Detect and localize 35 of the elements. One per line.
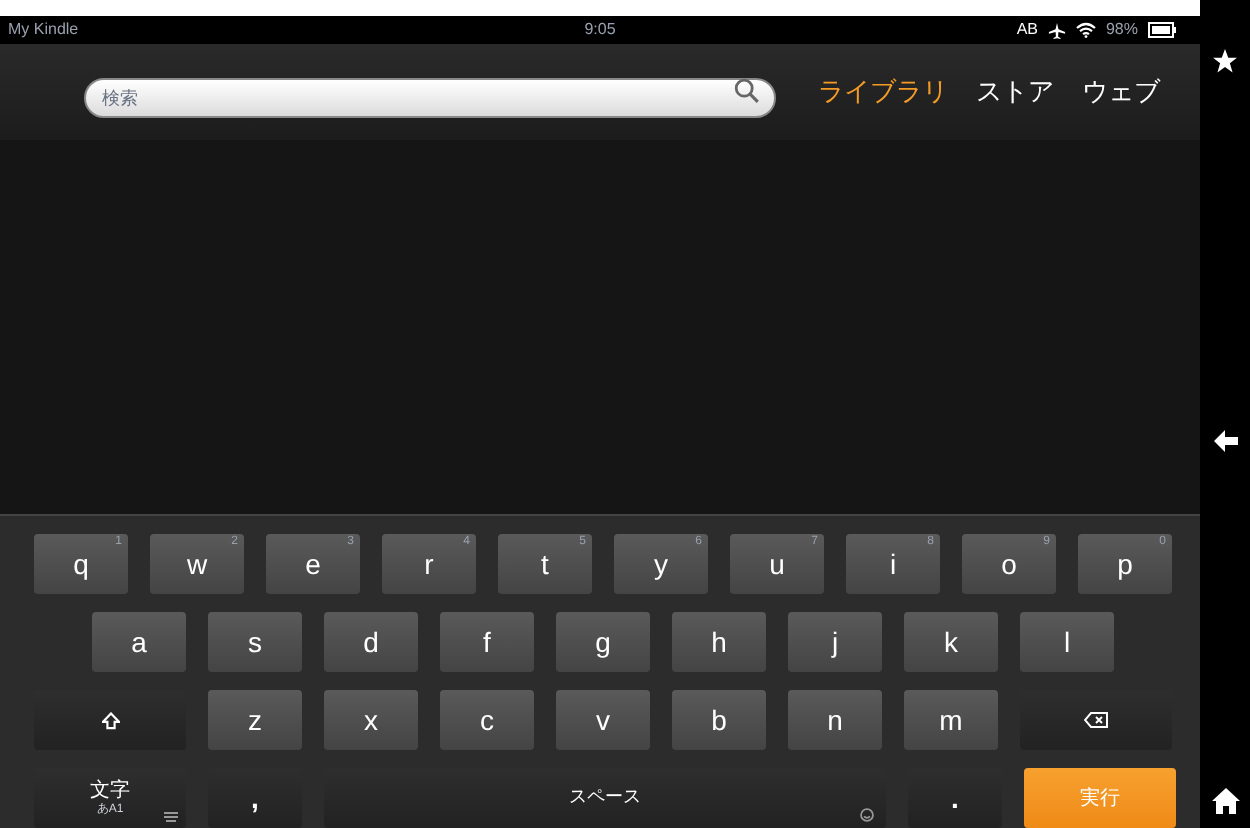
home-icon[interactable] (1211, 788, 1239, 814)
key[interactable]: c (440, 690, 534, 750)
key[interactable]: b (672, 690, 766, 750)
key[interactable]: d (324, 612, 418, 672)
key[interactable]: h (672, 612, 766, 672)
key[interactable]: x (324, 690, 418, 750)
key[interactable]: f (440, 612, 534, 672)
key[interactable]: l (1020, 612, 1114, 672)
search-field[interactable]: 検索 (84, 78, 776, 118)
key[interactable]: j (788, 612, 882, 672)
key[interactable]: g (556, 612, 650, 672)
key[interactable]: z (208, 690, 302, 750)
emoji-icon (860, 808, 874, 822)
back-arrow-icon[interactable] (1213, 430, 1237, 452)
key[interactable]: k (904, 612, 998, 672)
key[interactable]: v (556, 690, 650, 750)
clock: 9:05 (582, 18, 618, 42)
nav-tab[interactable]: ウェブ (1082, 72, 1160, 112)
key[interactable]: n (788, 690, 882, 750)
star-icon[interactable] (1212, 48, 1238, 74)
battery-icon (1148, 22, 1176, 38)
wifi-icon (1075, 22, 1096, 38)
shift-icon (101, 711, 119, 729)
search-icon (734, 78, 760, 104)
key[interactable]: a (92, 612, 186, 672)
backspace-icon (1084, 712, 1108, 728)
nav-tab[interactable]: ストア (976, 72, 1054, 112)
battery-percent: 98% (1105, 18, 1138, 42)
airplane-icon (1047, 21, 1066, 39)
key[interactable]: s (208, 612, 302, 672)
keyboard-icon (164, 812, 178, 822)
network-indicator: AB (1016, 18, 1038, 42)
key[interactable]: m (904, 690, 998, 750)
device-title: My Kindle (8, 18, 81, 42)
nav-tab[interactable]: ライブラリ (818, 72, 948, 112)
